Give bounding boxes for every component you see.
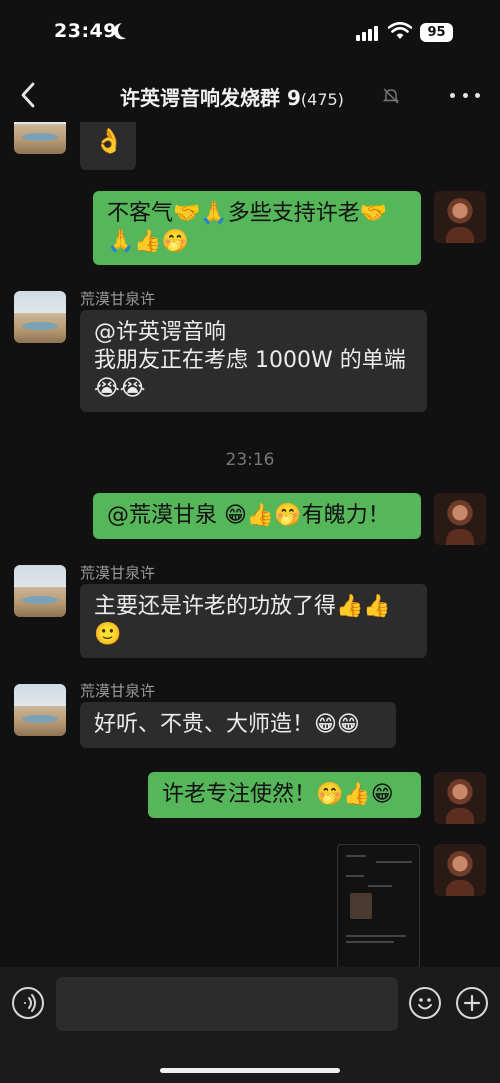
more-actions-button[interactable] bbox=[456, 987, 488, 1019]
sender-name: 荒漠甘泉许 bbox=[80, 290, 156, 308]
message-bubble[interactable]: 主要还是许老的功放了得👍👍🙂 bbox=[80, 584, 427, 658]
input-bar bbox=[0, 967, 500, 1083]
avatar[interactable] bbox=[14, 684, 66, 736]
message-bubble[interactable]: 不客气🤝🙏多些支持许老🤝🙏👍🤭 bbox=[93, 191, 421, 265]
sender-name: 荒漠甘泉许 bbox=[80, 682, 156, 700]
smiley-icon bbox=[418, 998, 432, 1010]
message-bubble[interactable]: 👌 bbox=[80, 122, 136, 170]
group-title: 许英谔音响发烧群 9(475) bbox=[120, 82, 344, 111]
group-name: 许英谔音响发烧群 9 bbox=[120, 86, 301, 110]
plus-icon bbox=[463, 994, 481, 1012]
more-options-button[interactable] bbox=[450, 82, 480, 108]
avatar[interactable] bbox=[14, 122, 66, 154]
chat-header: 许英谔音响发烧群 9(475) bbox=[0, 68, 500, 122]
message-input[interactable] bbox=[56, 977, 398, 1031]
time-separator: 23:16 bbox=[225, 450, 275, 470]
battery-icon: 95 bbox=[420, 23, 453, 42]
sender-name: 荒漠甘泉许 bbox=[80, 564, 156, 582]
emoji-button[interactable] bbox=[409, 987, 441, 1019]
back-button[interactable] bbox=[14, 80, 44, 110]
image-message[interactable] bbox=[337, 844, 420, 967]
avatar[interactable] bbox=[434, 493, 486, 545]
wifi-icon bbox=[388, 22, 412, 39]
voice-icon bbox=[24, 994, 36, 1012]
message-bubble[interactable]: @荒漠甘泉 😁👍🤭有魄力！ bbox=[93, 493, 421, 539]
signal-icon bbox=[356, 25, 378, 41]
avatar[interactable] bbox=[14, 565, 66, 617]
message-bubble[interactable]: @许英谔音响 我朋友正在考虑 1000W 的单端😭😭 bbox=[80, 310, 427, 412]
message-list[interactable]: 👌 不客气🤝🙏多些支持许老🤝🙏👍🤭 荒漠甘泉许 @许英谔音响 我朋友正在考虑 1… bbox=[0, 122, 500, 967]
status-bar: 23:49 95 bbox=[0, 0, 500, 68]
avatar[interactable] bbox=[434, 772, 486, 824]
avatar[interactable] bbox=[434, 191, 486, 243]
member-count: (475) bbox=[300, 90, 344, 109]
moon-icon bbox=[117, 21, 136, 40]
status-time: 23:49 bbox=[54, 20, 117, 42]
home-indicator bbox=[160, 1068, 340, 1073]
message-bubble[interactable]: 好听、不贵、大师造！😁😁 bbox=[80, 702, 396, 748]
message-bubble[interactable]: 许老专注使然！🤭👍😁 bbox=[148, 772, 421, 818]
avatar[interactable] bbox=[14, 291, 66, 343]
mute-bell-icon bbox=[382, 88, 400, 104]
voice-input-button[interactable] bbox=[12, 987, 44, 1019]
avatar[interactable] bbox=[434, 844, 486, 896]
